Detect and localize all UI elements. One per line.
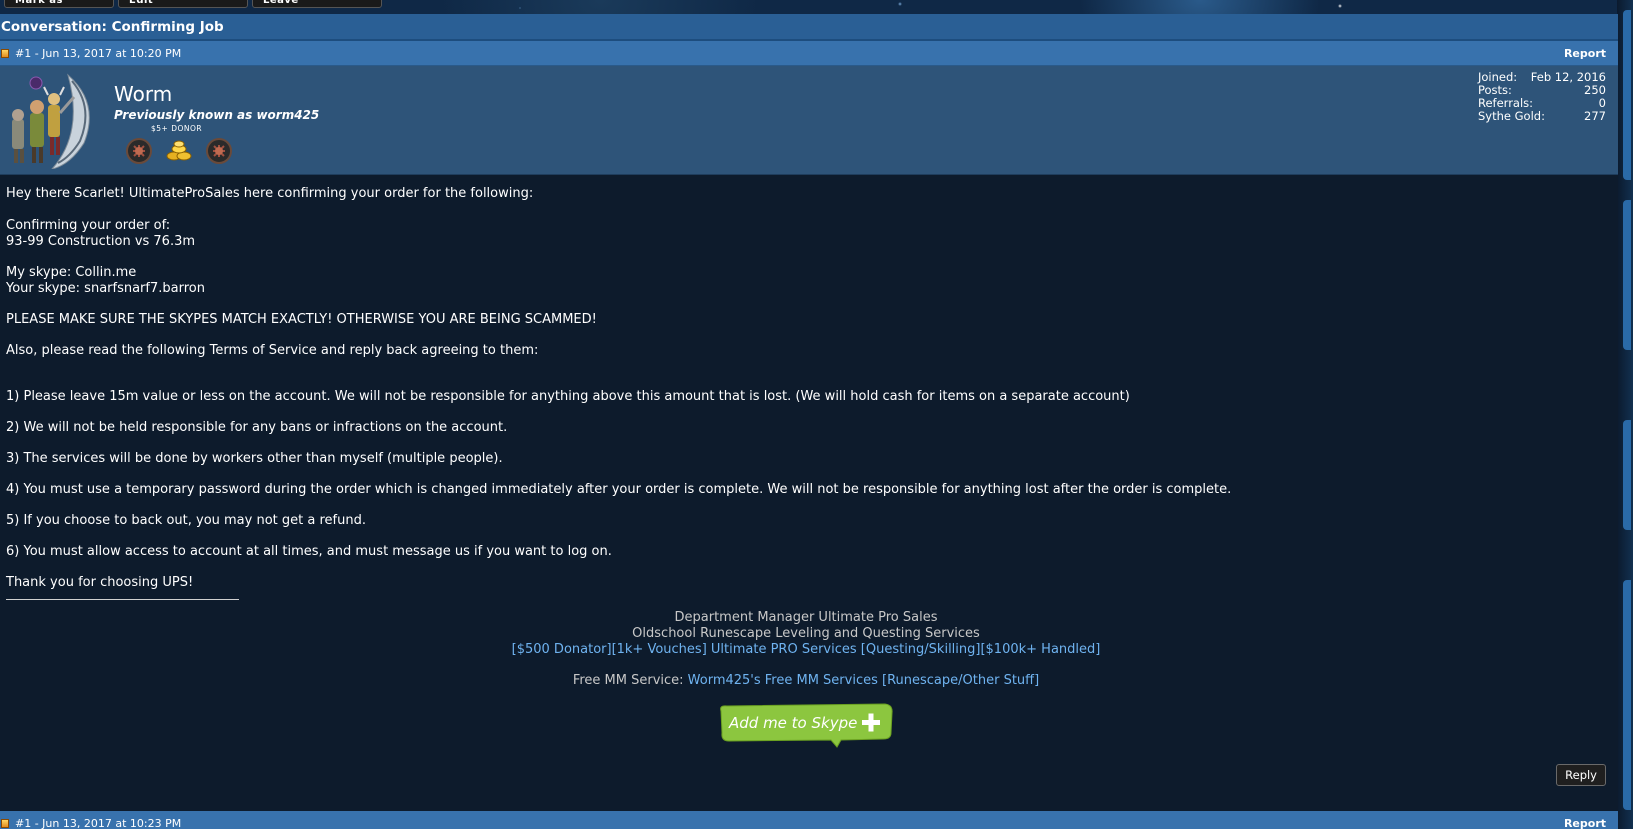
conversation-title: Conversation: Confirming Job xyxy=(0,14,1618,41)
conversation-toolbar: Mark as Unread Edit Conversation Leave C… xyxy=(0,0,382,10)
user-badges xyxy=(124,136,234,166)
right-edge-panel xyxy=(1617,0,1633,829)
warning-text: PLEASE MAKE SURE THE SKYPES MATCH EXACTL… xyxy=(6,312,597,327)
post-meta[interactable]: #1 - Jun 13, 2017 at 10:20 PM xyxy=(15,41,181,66)
reply-button[interactable]: Reply xyxy=(1556,764,1606,786)
my-skype-text: My skype: Collin.me xyxy=(6,265,137,280)
greeting-text: Hey there Scarlet! UltimateProSales here… xyxy=(6,186,534,201)
edit-conversation-button[interactable]: Edit Conversation xyxy=(118,0,248,8)
mark-unread-button[interactable]: Mark as Unread xyxy=(4,0,114,8)
post-status-icon xyxy=(1,48,9,58)
edge-tab[interactable] xyxy=(1623,580,1631,810)
signature-line1: Department Manager Ultimate Pro Sales xyxy=(674,610,938,625)
edge-tab[interactable] xyxy=(1623,200,1631,350)
post-header: #1 - Jun 13, 2017 at 10:20 PM Report xyxy=(0,41,1618,66)
report-link[interactable]: Report xyxy=(1564,811,1606,829)
user-title: Previously known as worm425 xyxy=(114,108,320,122)
signature: Department Manager Ultimate Pro Sales Ol… xyxy=(6,610,1606,749)
tos-item: 1) Please leave 15m value or less on the… xyxy=(6,389,1130,404)
signature-divider xyxy=(6,599,239,600)
your-skype-text: Your skype: snarfsnarf7.barron xyxy=(6,281,205,296)
signature-services-link[interactable]: [$500 Donator][1k+ Vouches] Ultimate PRO… xyxy=(6,642,1606,658)
tos-item: 6) You must allow access to account at a… xyxy=(6,544,612,559)
user-info-bar: Worm Previously known as worm425 $5+ DON… xyxy=(0,66,1618,175)
donor-tag: $5+ DONOR xyxy=(151,124,203,133)
conversation-thread: Conversation: Confirming Job #1 - Jun 13… xyxy=(0,14,1618,811)
mm-label: Free MM Service: xyxy=(572,673,688,688)
signature-mm-line: Free MM Service: Worm425's Free MM Servi… xyxy=(6,673,1606,689)
stat-label: Sythe Gold: xyxy=(1478,109,1545,123)
donor-badge-icon xyxy=(206,138,232,164)
tos-item: 3) The services will be done by workers … xyxy=(6,451,503,466)
signature-line2: Oldschool Runescape Leveling and Questin… xyxy=(632,626,980,641)
tos-item: 2) We will not be held responsible for a… xyxy=(6,420,508,435)
stat-sythe-gold: Sythe Gold: 277 xyxy=(1478,110,1606,123)
tos-item: 5) If you choose to back out, you may no… xyxy=(6,513,366,528)
edge-tab[interactable] xyxy=(1623,10,1631,180)
confirm-label: Confirming your order of: xyxy=(6,218,171,233)
tos-item: 4) You must use a temporary password dur… xyxy=(6,482,1232,497)
user-stats: Joined: Feb 12, 2016 Posts: 250 Referral… xyxy=(1478,71,1606,123)
donor-badge-icon xyxy=(126,138,152,164)
post-header: #1 - Jun 13, 2017 at 10:23 PM Report xyxy=(0,811,1618,829)
username[interactable]: Worm xyxy=(114,82,172,106)
stat-value: 277 xyxy=(1584,109,1606,123)
edge-tab[interactable] xyxy=(1623,420,1631,530)
thanks-text: Thank you for choosing UPS! xyxy=(6,575,194,590)
skype-button-label: Add me to Skype xyxy=(728,714,857,732)
mm-service-link[interactable]: Worm425's Free MM Services [Runescape/Ot… xyxy=(688,673,1040,688)
tos-intro: Also, please read the following Terms of… xyxy=(6,343,539,358)
post-meta[interactable]: #1 - Jun 13, 2017 at 10:23 PM xyxy=(15,811,181,829)
report-link[interactable]: Report xyxy=(1564,41,1606,65)
post-status-icon xyxy=(1,819,9,828)
leave-conversation-button[interactable]: Leave Conversation xyxy=(252,0,382,8)
avatar[interactable] xyxy=(4,73,100,170)
post-body: Hey there Scarlet! UltimateProSales here… xyxy=(0,175,1618,811)
add-to-skype-button[interactable]: Add me to Skype xyxy=(717,703,895,749)
order-text: 93-99 Construction vs 76.3m xyxy=(6,234,196,249)
gold-coins-icon xyxy=(166,140,192,161)
